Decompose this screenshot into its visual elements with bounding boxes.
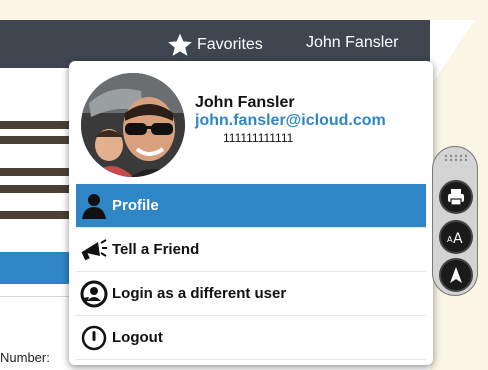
background-divider: [0, 296, 72, 297]
text-size-icon: AA: [447, 231, 463, 247]
user-menu-list: Profile Tell a Friend Login as a differe…: [76, 184, 426, 360]
menu-item-label: Profile: [112, 197, 159, 214]
switch-user-icon: [80, 280, 108, 307]
navigation-icon: [450, 267, 462, 283]
person-icon: [82, 193, 106, 219]
menu-item-label: Tell a Friend: [112, 241, 200, 258]
favorites-link[interactable]: Favorites: [167, 32, 263, 58]
background-bar: [0, 121, 72, 129]
menu-item-label: Logout: [112, 329, 163, 346]
megaphone-icon: [81, 238, 107, 260]
print-icon: [448, 189, 464, 206]
user-dropdown-menu: John Fansler john.fansler@icloud.com 111…: [69, 61, 433, 365]
menu-item-login-different-user[interactable]: Login as a different user: [76, 272, 426, 316]
profile-name: John Fansler: [195, 94, 295, 111]
user-photo: [81, 73, 185, 177]
background-number-label: Number:: [0, 350, 50, 365]
print-button[interactable]: [439, 180, 473, 214]
text-size-button[interactable]: AA: [439, 220, 473, 254]
user-menu-toggle[interactable]: John Fansler: [306, 34, 399, 52]
profile-email[interactable]: john.fansler@icloud.com: [195, 112, 386, 130]
menu-item-label: Login as a different user: [112, 285, 287, 302]
background-bar: [0, 185, 72, 193]
profile-phone: 111111111111: [223, 131, 294, 145]
svg-text:A: A: [453, 231, 463, 247]
power-icon: [81, 325, 107, 350]
background-button[interactable]: [0, 252, 72, 284]
background-bar: [0, 211, 72, 219]
floating-toolbar: AA: [432, 146, 478, 296]
star-icon: [168, 33, 192, 56]
avatar: [81, 73, 185, 177]
menu-item-tell-a-friend[interactable]: Tell a Friend: [76, 228, 426, 272]
favorites-label: Favorites: [197, 36, 263, 53]
navigation-button[interactable]: [439, 258, 473, 292]
background-bar: [0, 136, 72, 144]
menu-item-profile[interactable]: Profile: [76, 184, 426, 228]
page-background: [0, 0, 488, 20]
grip-icon[interactable]: [443, 153, 469, 163]
menu-item-logout[interactable]: Logout: [76, 316, 426, 360]
background-bar: [0, 168, 72, 176]
